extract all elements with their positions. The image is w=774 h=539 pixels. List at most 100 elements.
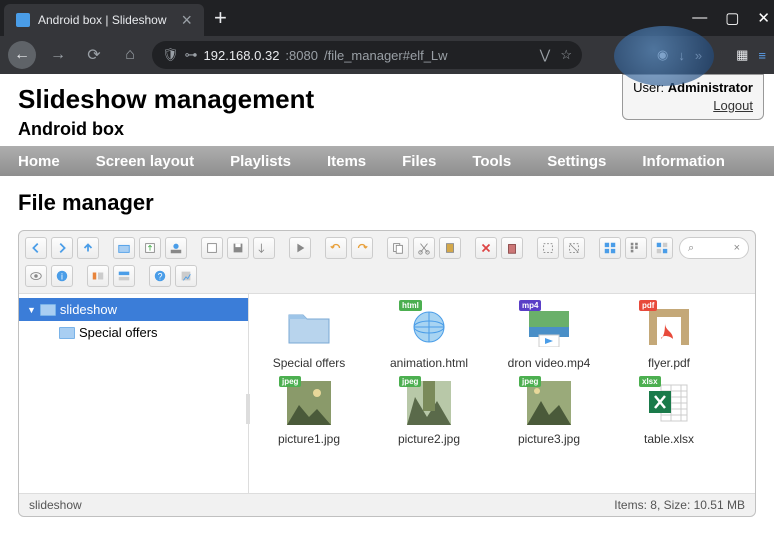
folder-icon [59, 327, 75, 339]
lock-icon: ⊶ [185, 47, 198, 63]
badge: xlsx [639, 376, 661, 387]
badge: jpeg [279, 376, 301, 387]
fm-toolbar-row2: i ? [19, 265, 755, 293]
fm-view-list-icon[interactable] [625, 237, 647, 259]
fm-empty-icon[interactable] [501, 237, 523, 259]
url-port: :8080 [285, 48, 318, 63]
fm-save-icon[interactable] [227, 237, 249, 259]
reload-button[interactable]: ⟳ [80, 41, 108, 69]
window-maximize-icon[interactable]: ▢ [725, 9, 739, 27]
file-label: Special offers [259, 356, 359, 370]
xlsx-file-icon: xlsx [643, 380, 695, 426]
svg-text:?: ? [158, 272, 163, 282]
forward-button[interactable]: → [44, 41, 72, 69]
fm-download-icon[interactable] [165, 237, 187, 259]
nav-screen-layout[interactable]: Screen layout [96, 153, 194, 170]
fm-toggle2-icon[interactable] [113, 265, 135, 287]
splitter-handle[interactable] [246, 394, 250, 424]
fm-paste-icon[interactable] [439, 237, 461, 259]
menu-icon[interactable]: ≡ [758, 48, 766, 63]
nav-items[interactable]: Items [327, 153, 366, 170]
fm-toggle1-icon[interactable] [87, 265, 109, 287]
window-close-icon[interactable]: ✕ [757, 9, 770, 27]
fm-view-sort-icon[interactable] [651, 237, 673, 259]
fm-info-icon[interactable]: i [51, 265, 73, 287]
folder-icon [283, 304, 335, 350]
home-button[interactable]: ⌂ [116, 41, 144, 69]
fm-play-icon[interactable] [289, 237, 311, 259]
fm-help-icon[interactable]: ? [149, 265, 171, 287]
badge: html [399, 300, 422, 311]
jpeg-file-icon: jpeg [283, 380, 335, 426]
badge: jpeg [519, 376, 541, 387]
fm-view-icons-icon[interactable] [599, 237, 621, 259]
browser-tab[interactable]: Android box | Slideshow × [4, 4, 204, 36]
new-tab-button[interactable]: + [214, 5, 227, 31]
url-input[interactable]: 🛡 ⊶ 192.168.0.32 :8080/file_manager#elf_L… [152, 41, 582, 69]
tree-root[interactable]: ▼ slideshow [19, 298, 248, 321]
pdf-file-icon: pdf [643, 304, 695, 350]
file-item[interactable]: xlsx table.xlsx [619, 380, 719, 446]
pocket-icon[interactable]: ⋁ [540, 47, 551, 63]
file-item[interactable]: jpeg picture3.jpg [499, 380, 599, 446]
fm-files-pane: Special offers html animation.html mp4 [249, 294, 755, 493]
extensions-icon[interactable]: ▦ [736, 47, 748, 63]
fm-back-icon[interactable] [25, 237, 47, 259]
fm-redo-icon[interactable] [351, 237, 373, 259]
fm-upload-icon[interactable] [139, 237, 161, 259]
file-item[interactable]: Special offers [259, 304, 359, 370]
nav-tools[interactable]: Tools [472, 153, 511, 170]
fm-selectnone-icon[interactable] [563, 237, 585, 259]
url-host: 192.168.0.32 [204, 48, 280, 63]
nav-files[interactable]: Files [402, 153, 436, 170]
fm-up-icon[interactable] [77, 237, 99, 259]
fm-newfolder-icon[interactable] [113, 237, 135, 259]
browser-address-bar: ← → ⟳ ⌂ 🛡 ⊶ 192.168.0.32 :8080/file_manag… [0, 36, 774, 74]
fm-getfile-icon[interactable] [253, 237, 275, 259]
badge: pdf [639, 300, 657, 311]
main-nav: Home Screen layout Playlists Items Files… [0, 146, 774, 176]
fm-undo-icon[interactable] [325, 237, 347, 259]
tree-root-label: slideshow [60, 302, 117, 317]
nav-settings[interactable]: Settings [547, 153, 606, 170]
file-manager: ⌕× i ? ▼ slideshow [18, 230, 756, 517]
fm-about-icon[interactable] [175, 265, 197, 287]
shield-icon: 🛡 [162, 47, 179, 63]
file-label: picture3.jpg [499, 432, 599, 446]
file-label: table.xlsx [619, 432, 719, 446]
nav-playlists[interactable]: Playlists [230, 153, 291, 170]
section-heading: File manager [18, 190, 756, 216]
file-label: flyer.pdf [619, 356, 719, 370]
fm-open-icon[interactable] [201, 237, 223, 259]
back-button[interactable]: ← [8, 41, 36, 69]
fm-forward-icon[interactable] [51, 237, 73, 259]
nav-home[interactable]: Home [18, 153, 60, 170]
tree-expand-icon[interactable]: ▼ [27, 305, 36, 315]
clear-search-icon[interactable]: × [734, 242, 740, 254]
nav-information[interactable]: Information [642, 153, 725, 170]
bookmark-star-icon[interactable]: ☆ [560, 47, 572, 63]
logout-link[interactable]: Logout [713, 98, 753, 113]
file-item[interactable]: html animation.html [379, 304, 479, 370]
file-item[interactable]: jpeg picture2.jpg [379, 380, 479, 446]
fm-delete-icon[interactable] [475, 237, 497, 259]
fm-selectall-icon[interactable] [537, 237, 559, 259]
window-minimize-icon[interactable]: — [692, 9, 707, 27]
tree-child-label: Special offers [79, 325, 158, 340]
file-item[interactable]: pdf flyer.pdf [619, 304, 719, 370]
status-summary: Items: 8, Size: 10.51 MB [614, 498, 745, 512]
fm-search-input[interactable]: ⌕× [679, 237, 749, 259]
folder-icon [40, 304, 56, 316]
url-path: /file_manager#elf_Lw [324, 48, 448, 63]
fm-cut-icon[interactable] [413, 237, 435, 259]
fm-copy-icon[interactable] [387, 237, 409, 259]
file-label: animation.html [379, 356, 479, 370]
tab-favicon [16, 13, 30, 27]
tree-child[interactable]: Special offers [19, 321, 248, 344]
mp4-file-icon: mp4 [523, 304, 575, 350]
file-item[interactable]: jpeg picture1.jpg [259, 380, 359, 446]
file-item[interactable]: mp4 dron video.mp4 [499, 304, 599, 370]
file-label: picture2.jpg [379, 432, 479, 446]
fm-preview-icon[interactable] [25, 265, 47, 287]
tab-close-icon[interactable]: × [181, 10, 192, 31]
